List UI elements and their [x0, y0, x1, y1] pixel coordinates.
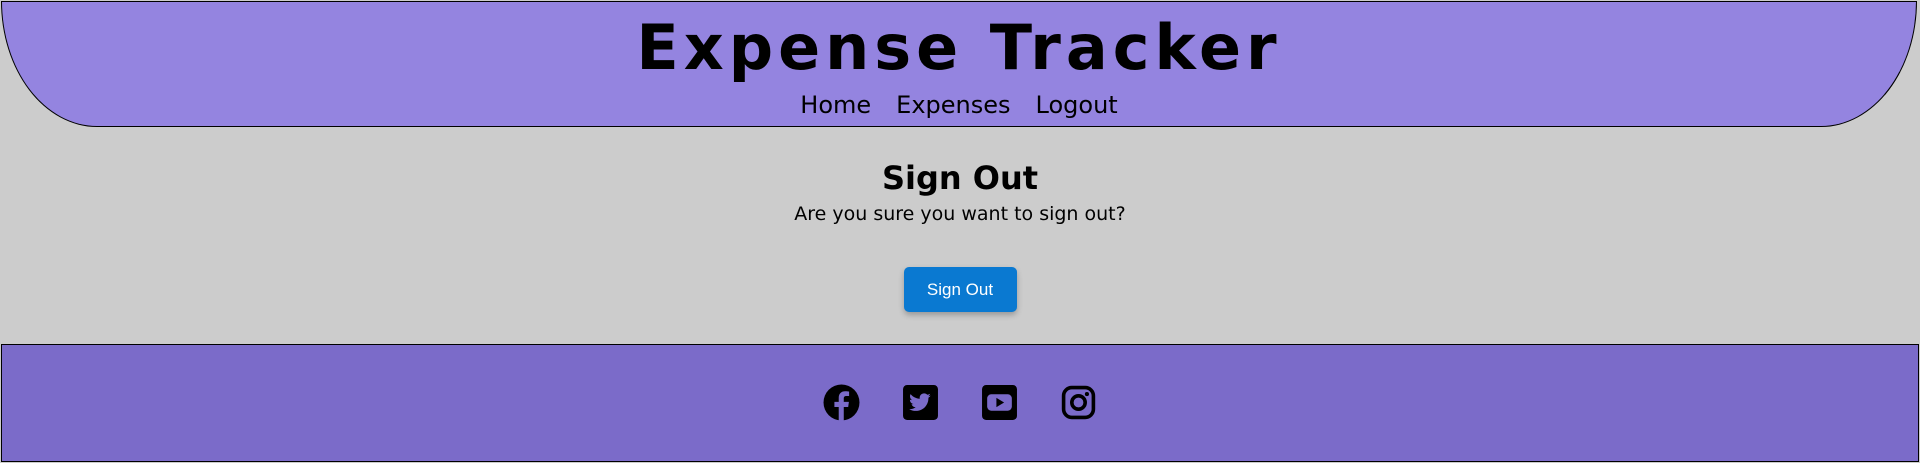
signout-section: Sign Out Are you sure you want to sign o…	[0, 127, 1920, 344]
page-title: Sign Out	[881, 159, 1039, 197]
signout-prompt: Are you sure you want to sign out?	[794, 203, 1126, 225]
site-header: Expense Tracker Home Expenses Logout	[1, 1, 1917, 127]
nav-link-expenses[interactable]: Expenses	[896, 90, 1010, 120]
sign-out-button[interactable]: Sign Out	[903, 267, 1017, 312]
nav-link-home[interactable]: Home	[800, 90, 871, 120]
site-title: Expense Tracker	[636, 11, 1282, 84]
main-nav: Home Expenses Logout	[2, 90, 1916, 120]
nav-link-logout[interactable]: Logout	[1036, 90, 1118, 120]
twitter-icon[interactable]	[902, 384, 939, 421]
site-footer	[1, 344, 1919, 462]
youtube-icon[interactable]	[981, 384, 1018, 421]
instagram-icon[interactable]	[1060, 384, 1097, 421]
page: Expense Tracker Home Expenses Logout Sig…	[0, 0, 1920, 463]
facebook-icon[interactable]	[823, 384, 860, 421]
